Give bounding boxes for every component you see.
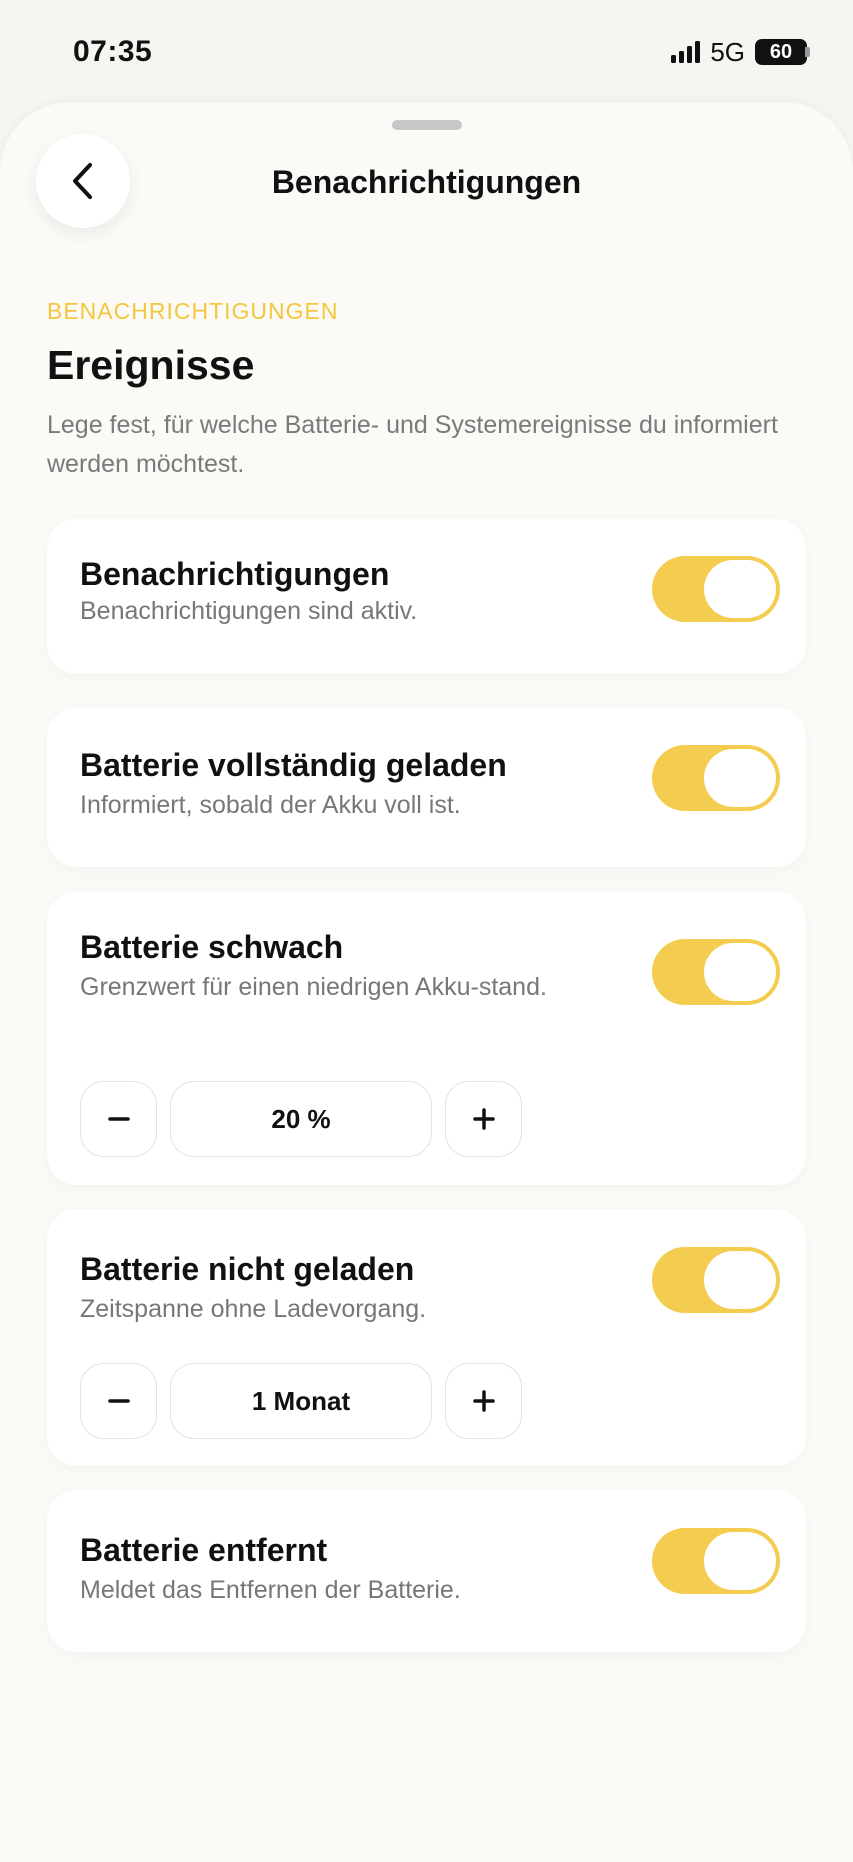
toggle-knob	[704, 560, 776, 618]
minus-icon	[107, 1117, 130, 1121]
card-title: Batterie nicht geladen	[80, 1251, 415, 1287]
minus-icon	[107, 1399, 130, 1403]
card-description: Zeitspanne ohne Ladevorgang.	[80, 1295, 427, 1323]
toggle-battery-full[interactable]	[652, 745, 780, 811]
signal-icon	[671, 41, 701, 63]
increment-button[interactable]	[445, 1363, 522, 1439]
decrement-button[interactable]	[80, 1081, 157, 1157]
section-title: Ereignisse	[47, 342, 255, 388]
toggle-notifications[interactable]	[652, 556, 780, 622]
page-title: Benachrichtigungen	[271, 163, 582, 200]
toggle-knob	[704, 749, 776, 807]
increment-button[interactable]	[445, 1081, 522, 1157]
card-title: Batterie vollständig geladen	[80, 747, 507, 783]
card-not-charged: Batterie nicht geladen Zeitspanne ohne L…	[47, 1209, 806, 1466]
section-label: BENACHRICHTIGUNGEN	[47, 298, 339, 324]
plus-icon	[472, 1108, 495, 1130]
chevron-left-icon	[73, 163, 92, 199]
toggle-knob	[704, 1532, 776, 1590]
plus-icon	[472, 1390, 495, 1412]
card-battery-full: Batterie vollständig geladen Informiert,…	[47, 707, 806, 867]
card-description: Meldet das Entfernen der Batterie.	[80, 1576, 461, 1604]
toggle-battery-removed[interactable]	[652, 1528, 780, 1594]
card-battery-low: Batterie schwach Grenzwert für einen nie…	[47, 891, 806, 1185]
toggle-not-charged[interactable]	[652, 1247, 780, 1313]
threshold-value: 20 %	[170, 1081, 432, 1157]
network-type: 5G	[710, 36, 745, 67]
sheet-grabber[interactable]	[392, 120, 462, 130]
back-button[interactable]	[36, 134, 130, 228]
status-time: 07:35	[73, 35, 153, 68]
decrement-button[interactable]	[80, 1363, 157, 1439]
toggle-knob	[704, 1251, 776, 1309]
card-description: Informiert, sobald der Akku voll ist.	[80, 791, 461, 819]
card-title: Benachrichtigungen	[80, 556, 390, 592]
card-description: Grenzwert für einen niedrigen Akku-stand…	[80, 973, 547, 1001]
duration-value: 1 Monat	[170, 1363, 432, 1439]
card-notifications: Benachrichtigungen Benachrichtigungen si…	[47, 519, 806, 674]
card-battery-removed: Batterie entfernt Meldet das Entfernen d…	[47, 1490, 806, 1652]
card-title: Batterie schwach	[80, 929, 344, 965]
status-bar: 07:35 5G 60	[0, 0, 853, 104]
settings-sheet: Benachrichtigungen BENACHRICHTIGUNGEN Er…	[0, 102, 853, 1862]
status-indicators: 5G 60	[671, 36, 810, 68]
section-description: Lege fest, für welche Batterie- und Syst…	[47, 411, 778, 478]
toggle-knob	[704, 943, 776, 1001]
battery-level: 60	[769, 40, 793, 63]
battery-icon: 60	[755, 39, 810, 65]
toggle-battery-low[interactable]	[652, 939, 780, 1005]
card-description: Benachrichtigungen sind aktiv.	[80, 597, 418, 625]
card-title: Batterie entfernt	[80, 1532, 328, 1568]
